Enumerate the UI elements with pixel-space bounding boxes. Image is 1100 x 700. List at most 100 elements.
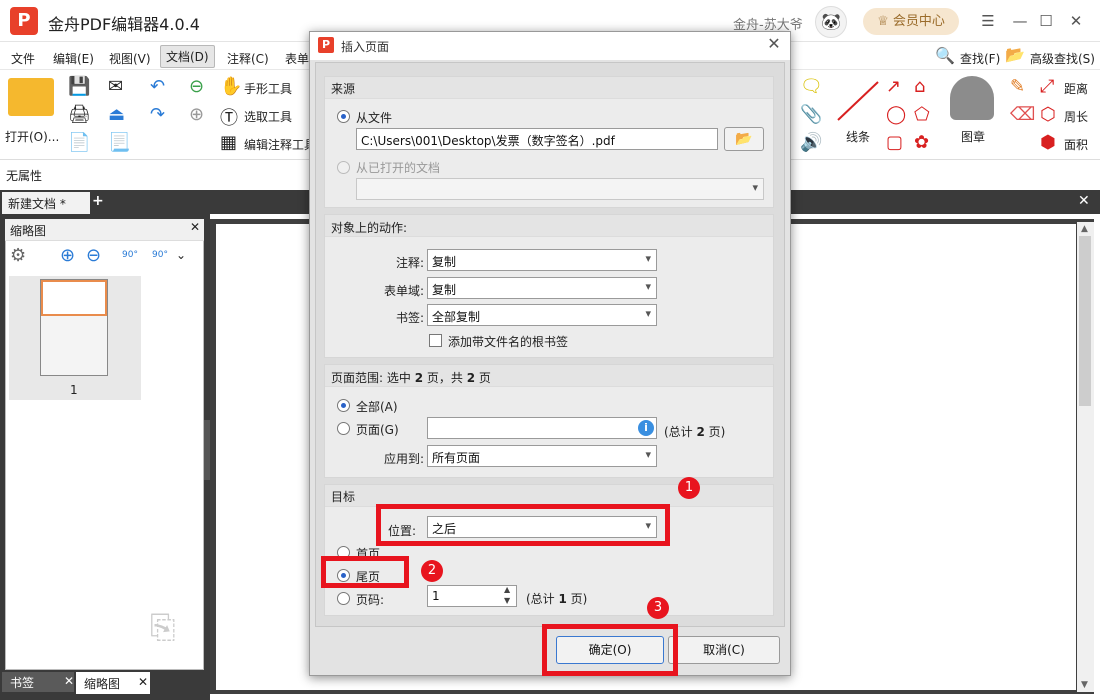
redo-icon[interactable]: ↷ <box>150 104 165 125</box>
user-avatar[interactable]: 🐼 <box>815 6 847 38</box>
app-title: 金舟PDF编辑器4.0.4 <box>48 15 200 34</box>
radio-page-range[interactable] <box>337 422 350 435</box>
crown-icon: ♕ <box>877 14 893 29</box>
thumbnail-page-number: 1 <box>70 383 78 397</box>
text-select-icon: Ⓣ <box>220 108 238 129</box>
line-icon[interactable] <box>834 78 882 124</box>
eraser-icon[interactable]: ⌫ <box>1010 104 1035 125</box>
stepper-arrows-icon[interactable]: ▲ ▼ <box>504 584 510 606</box>
polygon-line-icon[interactable]: ⌂ <box>914 76 925 97</box>
menu-annotate[interactable]: 注释(C) <box>222 48 274 69</box>
menu-view[interactable]: 视图(V) <box>104 48 156 69</box>
page-number-total: (总计 1 页) <box>526 592 588 606</box>
email-icon[interactable]: ✉ <box>108 76 123 97</box>
forward-icon[interactable]: ⊕ <box>189 104 204 125</box>
area-button[interactable]: 面积 <box>1064 136 1088 153</box>
attachment-icon[interactable]: 📎 <box>800 104 822 125</box>
tab-new-document[interactable]: 新建文档 * <box>2 192 90 214</box>
close-bookmarks-tab-icon[interactable]: ✕ <box>64 674 74 688</box>
browse-folder-button[interactable]: 📂 <box>724 127 764 151</box>
annotation-select[interactable]: 复制 <box>427 249 657 271</box>
highlight-ok-button <box>542 624 678 676</box>
rectangle-icon[interactable]: ▢ <box>886 132 903 153</box>
apply-to-select[interactable]: 所有页面 <box>427 445 657 467</box>
export-icon[interactable]: 📄 <box>68 132 90 153</box>
dialog-close-icon[interactable]: ✕ <box>764 34 784 54</box>
zoom-out-icon[interactable]: ⊖ <box>86 245 101 266</box>
rotate-right-icon[interactable]: 90° <box>152 250 168 260</box>
thumbnail-viewport[interactable] <box>41 280 107 316</box>
menu-find[interactable]: 查找(F) <box>955 48 1005 69</box>
radio-all-pages[interactable] <box>337 399 350 412</box>
radio-from-file[interactable] <box>337 110 350 123</box>
step-badge-3: 3 <box>647 597 669 619</box>
form-field-select[interactable]: 复制 <box>427 277 657 299</box>
area-icon: ⬢ <box>1040 132 1056 153</box>
hand-tool-button[interactable]: 手形工具 <box>244 80 292 97</box>
tab-bookmarks[interactable]: 书签 ✕ <box>2 672 74 692</box>
source-group-header <box>325 77 773 99</box>
close-panel-icon[interactable]: ✕ <box>190 220 200 234</box>
scrollbar-thumb[interactable] <box>1079 236 1091 406</box>
radio-from-open-document[interactable] <box>337 161 350 174</box>
new-doc-icon[interactable]: 📃 <box>108 132 130 153</box>
maximize-icon[interactable]: ☐ <box>1035 10 1057 32</box>
menu-icon[interactable]: ☰ <box>977 10 999 32</box>
zoom-in-icon[interactable]: ⊕ <box>60 245 75 266</box>
note-icon[interactable]: 🗨 <box>800 76 823 97</box>
add-tab-icon[interactable]: + <box>92 193 104 209</box>
back-icon[interactable]: ⊖ <box>189 76 204 97</box>
dialog-app-icon: P <box>318 37 334 53</box>
edit-annotation-icon: ▦ <box>220 132 238 153</box>
page-range-label: 页面(G) <box>356 423 399 437</box>
scan-icon[interactable]: ⏏ <box>108 104 125 125</box>
radio-page-number[interactable] <box>337 592 350 605</box>
cloud-icon[interactable]: ✿ <box>914 132 929 153</box>
open-document-select[interactable] <box>356 178 764 200</box>
scroll-down-icon[interactable]: ▼ <box>1081 680 1088 690</box>
open-button[interactable]: 打开(O)... <box>5 128 59 145</box>
select-tool-button[interactable]: 选取工具 <box>244 108 292 125</box>
undo-icon[interactable]: ↶ <box>150 76 165 97</box>
menu-file[interactable]: 文件 <box>6 48 40 69</box>
root-bookmark-checkbox[interactable] <box>429 334 442 347</box>
vip-center-button[interactable]: ♕ 会员中心 <box>863 8 959 35</box>
print-icon[interactable]: 🖨 <box>68 104 91 125</box>
arrow-icon[interactable]: ↗ <box>886 76 901 97</box>
page-range-input[interactable] <box>427 417 657 439</box>
settings-gear-icon[interactable]: ⚙ <box>10 245 26 266</box>
actions-heading: 对象上的动作: <box>331 221 408 235</box>
tab-thumbnails[interactable]: 缩略图 ✕ <box>76 672 150 694</box>
scroll-up-icon[interactable]: ▲ <box>1081 224 1088 234</box>
file-path-input[interactable]: C:\Users\001\Desktop\发票（数字签名）.pdf <box>356 128 718 150</box>
dialog-title: 插入页面 <box>341 40 390 54</box>
cancel-button[interactable]: 取消(C) <box>668 636 780 664</box>
close-tab-icon[interactable]: ✕ <box>1078 193 1090 209</box>
save-icon[interactable]: 💾 <box>68 76 90 97</box>
folder-icon: 📂 <box>735 131 753 147</box>
perimeter-button[interactable]: 周长 <box>1064 108 1088 125</box>
pencil-icon[interactable]: ✎ <box>1010 76 1025 97</box>
pages-watermark-icon: ⎘ <box>150 608 176 646</box>
source-heading: 来源 <box>331 82 356 96</box>
open-folder-icon[interactable] <box>8 78 54 116</box>
close-thumbnails-tab-icon[interactable]: ✕ <box>138 675 148 689</box>
more-chevron-icon[interactable]: ⌄ <box>176 248 186 262</box>
stamp-button[interactable]: 图章 <box>961 128 985 145</box>
sound-icon[interactable]: 🔊 <box>800 132 822 153</box>
from-file-label: 从文件 <box>356 111 393 125</box>
close-icon[interactable]: ✕ <box>1065 10 1087 32</box>
ellipse-icon[interactable]: ◯ <box>886 104 906 125</box>
line-button[interactable]: 线条 <box>846 128 870 145</box>
stamp-icon[interactable] <box>950 76 994 120</box>
menu-edit[interactable]: 编辑(E) <box>48 48 99 69</box>
menu-advanced-find[interactable]: 高级查找(S) <box>1025 48 1100 69</box>
info-icon[interactable]: i <box>638 420 654 436</box>
distance-button[interactable]: 距离 <box>1064 80 1088 97</box>
menu-document[interactable]: 文档(D) <box>160 45 215 68</box>
edit-annotation-button[interactable]: 编辑注释工具 <box>244 136 316 153</box>
bookmark-select[interactable]: 全部复制 <box>427 304 657 326</box>
minimize-icon[interactable]: — <box>1009 10 1031 32</box>
rotate-left-icon[interactable]: 90° <box>122 250 138 260</box>
pentagon-icon[interactable]: ⬠ <box>914 104 930 125</box>
